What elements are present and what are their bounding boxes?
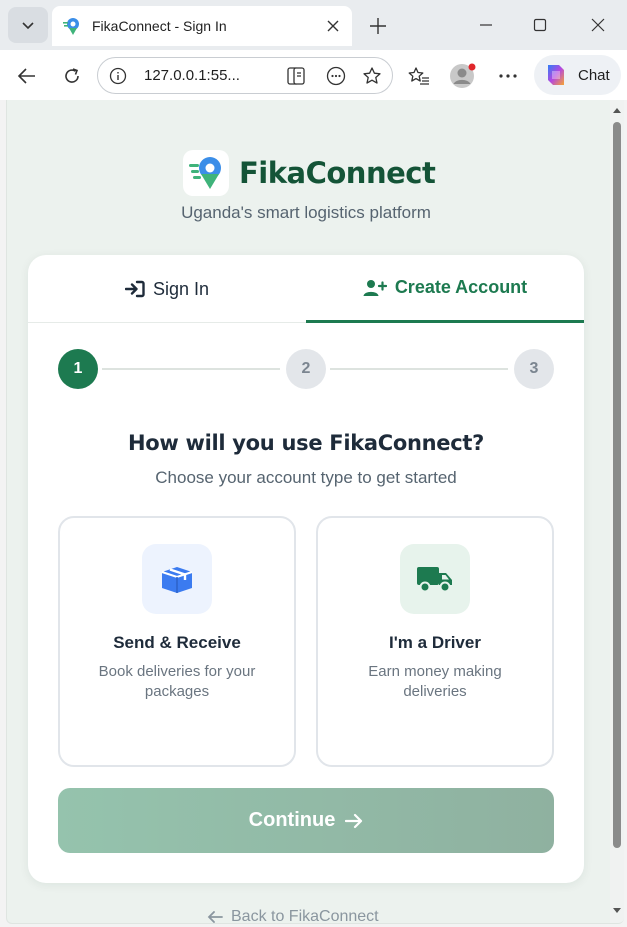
scroll-up-icon[interactable]	[612, 105, 622, 115]
tagline: Uganda's smart logistics platform	[181, 203, 431, 222]
user-plus-icon	[363, 279, 387, 296]
tab-list-button[interactable]	[8, 7, 48, 43]
tab-create-account[interactable]: Create Account	[306, 255, 584, 323]
tab-sign-in-label: Sign In	[152, 278, 210, 299]
copilot-label: Chat	[578, 66, 610, 84]
step-2: 2	[286, 349, 326, 389]
refresh-icon	[65, 68, 79, 83]
back-to-home-link[interactable]: Back to FikaConnect	[207, 908, 379, 924]
continue-label: Continue	[248, 809, 336, 831]
tab-title: FikaConnect - Sign In	[92, 18, 227, 34]
brand-logo	[183, 150, 229, 196]
step-connector	[330, 368, 508, 370]
truck-icon	[417, 567, 452, 593]
fikaconnect-favicon-icon	[63, 18, 79, 35]
back-link-label: Back to FikaConnect	[231, 908, 379, 924]
brand-name: FikaConnect	[239, 156, 436, 190]
browser-tab-strip: FikaConnect - Sign In	[0, 0, 627, 50]
option-send-receive-description: Book deliveries for your packages	[98, 663, 256, 700]
arrow-left-icon	[207, 911, 223, 923]
close-tab-icon[interactable]	[318, 11, 348, 41]
location-pin-logo-icon	[189, 157, 221, 189]
send-receive-icon-tile	[142, 544, 212, 614]
tab-sign-in[interactable]: Sign In	[28, 255, 306, 323]
new-tab-button[interactable]	[362, 10, 394, 42]
page-scrollbar[interactable]	[610, 100, 624, 923]
option-driver-title: I'm a Driver	[389, 633, 481, 652]
step-3: 3	[514, 349, 554, 389]
step-connector	[102, 368, 280, 370]
page-viewport: FikaConnect Uganda's smart logistics pla…	[6, 100, 624, 924]
minimize-button[interactable]	[466, 8, 506, 42]
favorites-button[interactable]	[402, 59, 436, 93]
step-1: 1	[58, 349, 98, 389]
browser-tab-active[interactable]: FikaConnect - Sign In	[52, 6, 352, 46]
option-driver[interactable]: I'm a Driver Earn money making deliverie…	[316, 516, 554, 767]
copilot-chat-button[interactable]: Chat	[534, 55, 621, 95]
close-window-button[interactable]	[578, 8, 618, 42]
chevron-down-icon	[22, 22, 34, 30]
tab-create-account-label: Create Account	[394, 277, 528, 297]
box-icon	[161, 567, 193, 593]
option-send-receive[interactable]: Send & Receive Book deliveries for your …	[58, 516, 296, 767]
address-url[interactable]: 127.0.0.1:55...	[144, 67, 272, 84]
back-button[interactable]	[10, 59, 44, 93]
option-send-receive-title: Send & Receive	[113, 633, 241, 652]
maximize-button[interactable]	[520, 8, 560, 42]
browser-toolbar: 127.0.0.1:55... Chat	[0, 50, 627, 100]
favorites-list-icon	[408, 67, 429, 85]
plus-icon	[370, 18, 386, 34]
auth-card: Sign In Create Account 1 2 3 How will yo…	[28, 255, 584, 883]
driver-icon-tile	[400, 544, 470, 614]
sign-in-icon	[124, 280, 145, 298]
site-info-icon[interactable]	[102, 60, 134, 92]
maximize-icon	[533, 18, 547, 32]
ellipsis-icon	[499, 74, 517, 78]
auth-tabs: Sign In Create Account	[28, 255, 584, 323]
refresh-button[interactable]	[55, 59, 89, 93]
favorite-star-icon[interactable]	[356, 60, 388, 92]
address-bar[interactable]: 127.0.0.1:55...	[97, 57, 393, 94]
arrow-right-icon	[345, 813, 363, 829]
scroll-down-icon[interactable]	[612, 906, 622, 916]
avatar-icon	[450, 63, 476, 88]
option-driver-description: Earn money making deliveries	[368, 663, 502, 700]
close-icon	[591, 18, 605, 32]
minimize-icon	[480, 24, 492, 26]
arrow-left-icon	[17, 68, 35, 84]
copilot-icon	[548, 65, 564, 85]
continue-button[interactable]: Continue	[58, 788, 554, 853]
brand-header: FikaConnect	[183, 150, 436, 196]
reading-view-icon[interactable]	[280, 60, 312, 92]
account-type-subtitle: Choose your account type to get started	[155, 468, 457, 487]
settings-more-button[interactable]	[491, 59, 525, 93]
progress-stepper: 1 2 3	[58, 349, 554, 389]
more-circle-icon[interactable]	[320, 60, 352, 92]
scrollbar-thumb[interactable]	[613, 122, 621, 848]
account-type-question: How will you use FikaConnect?	[127, 431, 485, 455]
profile-button[interactable]	[445, 59, 479, 93]
